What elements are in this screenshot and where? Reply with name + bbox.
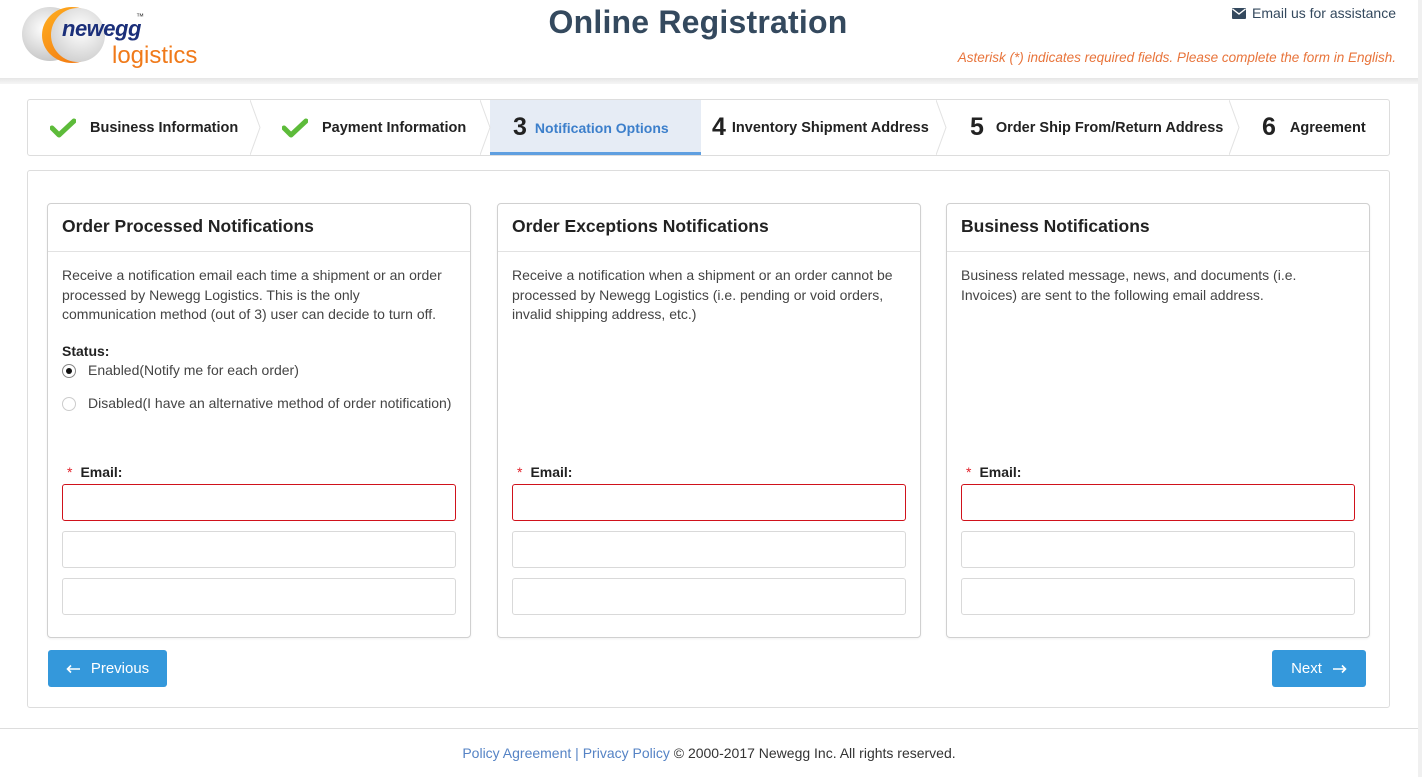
radio-button-checked[interactable] [62,364,76,378]
arrow-left-icon [66,664,80,673]
email-input-3[interactable] [512,578,906,615]
step-order-ship-from-return-address[interactable]: 5 Order Ship From/Return Address [946,100,1240,155]
step-label: Payment Information [322,119,467,136]
email-input-1[interactable] [62,484,456,521]
step-number: 6 [1262,113,1276,141]
step-separator-icon [936,100,947,155]
step-label: Business Information [90,119,239,136]
next-button[interactable]: Next [1272,650,1366,687]
email-fields: * Email: [512,464,906,615]
card-description: Receive a notification when a shipment o… [512,267,893,322]
arrow-right-icon [1332,664,1347,673]
card-description: Receive a notification email each time a… [62,267,442,322]
checkmark-icon [50,118,76,137]
policy-agreement-link[interactable]: Policy Agreement [462,745,571,761]
radio-enabled[interactable]: Enabled(Notify me for each order) [62,361,456,381]
radio-button[interactable] [62,397,76,411]
email-label-text: Email: [530,464,573,480]
email-assistance-link[interactable]: Email us for assistance [1232,5,1396,21]
email-label-text: Email: [80,464,123,480]
page-title: Online Registration [548,4,848,40]
step-label: Inventory Shipment Address [731,119,929,136]
header: newegg ™ logistics Online Registration E… [0,0,1418,78]
email-input-3[interactable] [961,578,1355,615]
step-inventory-shipment-address[interactable]: 4 Inventory Shipment Address [701,100,947,155]
email-input-3[interactable] [62,578,456,615]
step-number: 5 [970,113,984,141]
step-agreement[interactable]: 6 Agreement [1239,100,1389,155]
step-separator-icon [1229,100,1240,155]
email-input-1[interactable] [961,484,1355,521]
footer-separator: | [571,745,583,761]
footer-divider [0,728,1418,729]
email-input-2[interactable] [62,531,456,568]
email-input-1[interactable] [512,484,906,521]
email-input-2[interactable] [961,531,1355,568]
footer: Policy Agreement | Privacy Policy © 2000… [0,745,1418,761]
previous-button[interactable]: Previous [48,650,167,687]
main-panel: Order Processed Notifications Receive a … [27,170,1390,708]
radio-label: Enabled(Notify me for each order) [88,362,299,379]
business-notifications-card: Business Notifications Business related … [946,203,1370,638]
email-assistance-label: Email us for assistance [1252,5,1396,21]
required-fields-note: Asterisk (*) indicates required fields. … [957,50,1396,65]
next-label: Next [1291,660,1322,677]
step-number: 4 [712,113,726,141]
logo-subtitle: logistics [112,42,198,69]
email-label: * Email: [67,464,456,480]
email-label-text: Email: [979,464,1022,480]
order-exceptions-notifications-card: Order Exceptions Notifications Receive a… [497,203,921,638]
scrollbar[interactable] [1418,0,1422,777]
radio-disabled[interactable]: Disabled(I have an alternative method of… [62,394,456,414]
step-separator-icon [250,100,261,155]
registration-steps: Business Information Payment Information… [27,99,1390,156]
step-payment-information[interactable]: Payment Information [260,100,491,155]
checkmark-icon [282,118,308,137]
required-asterisk: * [966,464,972,480]
step-label: Notification Options [534,119,669,136]
card-title: Order Processed Notifications [48,204,470,252]
card-description: Business related message, news, and docu… [961,267,1297,303]
email-label: * Email: [966,464,1355,480]
card-title: Order Exceptions Notifications [498,204,920,252]
email-label: * Email: [517,464,906,480]
privacy-policy-link[interactable]: Privacy Policy [583,745,670,761]
step-label: Order Ship From/Return Address [995,119,1224,136]
email-fields: * Email: [961,464,1355,615]
envelope-icon [1232,7,1247,19]
required-asterisk: * [67,464,73,480]
order-processed-notifications-card: Order Processed Notifications Receive a … [47,203,471,638]
email-fields: * Email: [62,464,456,615]
radio-label: Disabled(I have an alternative method of… [88,395,452,412]
status-label: Status: [62,342,110,359]
email-input-2[interactable] [512,531,906,568]
step-notification-options[interactable]: 3 Notification Options [490,100,701,155]
previous-label: Previous [90,660,150,677]
step-label: Agreement [1289,119,1366,136]
required-asterisk: * [517,464,523,480]
copyright-text: © 2000-2017 Newegg Inc. All rights reser… [669,745,956,761]
step-separator-icon [480,100,491,155]
card-title: Business Notifications [947,204,1369,252]
step-number: 3 [513,113,527,141]
step-business-information[interactable]: Business Information [28,100,261,155]
header-divider [0,78,1418,84]
